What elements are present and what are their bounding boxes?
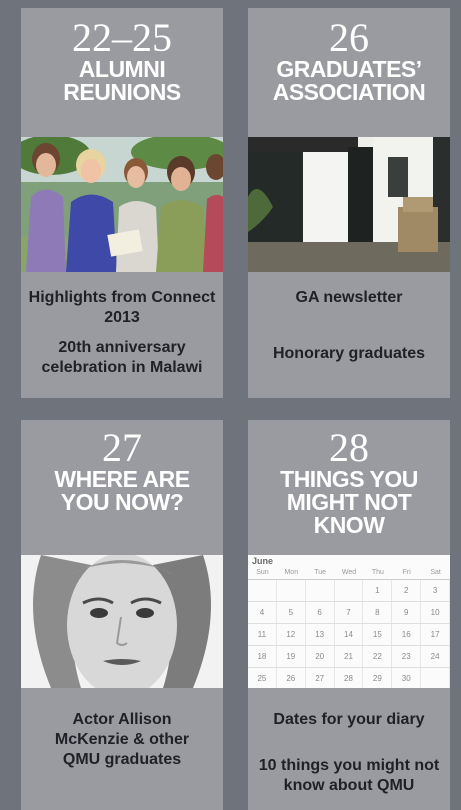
calendar-day: 2 — [392, 580, 422, 601]
calendar-day: 8 — [363, 602, 393, 623]
calendar-day: 22 — [363, 646, 393, 667]
card-links: Actor Allison McKenzie & other QMU gradu… — [21, 710, 223, 770]
reunion-photo-image — [21, 137, 223, 272]
section-title-line: ALUMNI — [78, 56, 166, 82]
calendar-month: June — [252, 556, 274, 566]
card-graduates-association: 26 GRADUATES’ ASSOCIATION GA newsletter … — [248, 8, 450, 398]
calendar-day: 4 — [248, 602, 277, 623]
calendar-day: 12 — [277, 624, 306, 645]
calendar-day: 1 — [363, 580, 393, 601]
calendar-weekday: Wed — [341, 569, 357, 576]
calendar-week-row: 11 12 13 14 15 16 17 — [248, 624, 450, 646]
link-anniversary-malawi[interactable]: 20th anniversary celebration in Malawi — [21, 338, 223, 378]
link-ga-newsletter[interactable]: GA newsletter — [248, 288, 450, 308]
section-title-line: THINGS YOU — [280, 466, 418, 492]
page-number: 27 — [102, 425, 142, 470]
section-title-line: YOU NOW? — [60, 489, 184, 515]
card-header: 27 WHERE ARE YOU NOW? — [21, 428, 223, 514]
calendar-weekdays: Sun Mon Tue Wed Thu Fri Sat — [248, 567, 450, 580]
card-header: 22–25 ALUMNI REUNIONS — [21, 18, 223, 104]
cottage-photo — [248, 137, 450, 272]
calendar-day: 17 — [421, 624, 450, 645]
calendar-day: 15 — [363, 624, 393, 645]
calendar-day: 21 — [335, 646, 364, 667]
calendar-day: 26 — [277, 668, 306, 688]
page-number: 22–25 — [72, 15, 172, 60]
calendar-day: 19 — [277, 646, 306, 667]
calendar-week-row: 4 5 6 7 8 9 10 — [248, 602, 450, 624]
section-title-line: GRADUATES’ — [276, 56, 422, 82]
calendar-day: 14 — [335, 624, 364, 645]
calendar-day: 5 — [277, 602, 306, 623]
calendar-day — [248, 580, 277, 601]
section-title-line: REUNIONS — [63, 79, 181, 105]
calendar-day: 20 — [306, 646, 335, 667]
section-title-line: KNOW — [313, 512, 385, 538]
calendar-day: 27 — [306, 668, 335, 688]
calendar-day: 10 — [421, 602, 450, 623]
calendar-weekday: Fri — [402, 569, 411, 576]
calendar-day: 7 — [335, 602, 364, 623]
calendar-grid: 1 2 3 4 5 6 7 8 9 10 11 12 13 14 15 16 17 18 19 20 21 22 23 24 2… — [248, 580, 450, 688]
link-dates-for-your-diary[interactable]: Dates for your diary — [248, 710, 450, 730]
calendar-day — [306, 580, 335, 601]
calendar-weekday: Tue — [314, 569, 327, 576]
actor-portrait-image — [21, 555, 223, 688]
calendar-image: June Sun Mon Tue Wed Thu Fri Sat 1 2 3 4 5 6 7 8 9 10 11… — [248, 555, 450, 688]
calendar-day: 23 — [392, 646, 422, 667]
calendar-weekday: Sun — [256, 569, 269, 576]
calendar-day: 11 — [248, 624, 277, 645]
calendar-day: 6 — [306, 602, 335, 623]
card-links: Dates for your diary 10 things you might… — [248, 710, 450, 796]
calendar-week-row: 25 26 27 28 29 30 — [248, 668, 450, 688]
calendar-day: 3 — [421, 580, 450, 601]
calendar-weekday: Thu — [371, 569, 384, 576]
calendar-day: 29 — [363, 668, 393, 688]
calendar-week-row: 123 — [248, 580, 450, 602]
link-honorary-graduates[interactable]: Honorary graduates — [248, 344, 450, 364]
link-actor-allison-mckenzie[interactable]: Actor Allison McKenzie & other QMU gradu… — [21, 710, 223, 770]
actor-portrait-photo — [21, 555, 223, 688]
calendar-day: 30 — [392, 668, 422, 688]
calendar-day — [421, 668, 450, 688]
page-number: 28 — [329, 425, 369, 470]
link-highlights-connect-2013[interactable]: Highlights from Connect 2013 — [21, 288, 223, 328]
page-number: 26 — [329, 15, 369, 60]
reunion-photo — [21, 137, 223, 272]
calendar-day: 16 — [392, 624, 422, 645]
card-header: 26 GRADUATES’ ASSOCIATION — [248, 18, 450, 104]
cottage-photo-image — [248, 137, 450, 272]
calendar-weekday: Sat — [430, 569, 441, 576]
card-header: 28 THINGS YOU MIGHT NOT KNOW — [248, 428, 450, 537]
section-title-line: WHERE ARE — [54, 466, 190, 492]
calendar-day: 9 — [392, 602, 422, 623]
calendar-day — [277, 580, 306, 601]
calendar-week-row: 18 19 20 21 22 23 24 — [248, 646, 450, 668]
calendar-day: 13 — [306, 624, 335, 645]
card-links: GA newsletter Honorary graduates — [248, 288, 450, 364]
card-links: Highlights from Connect 2013 20th annive… — [21, 288, 223, 378]
section-title-line: ASSOCIATION — [272, 79, 426, 105]
link-10-things-qmu[interactable]: 10 things you might not know about QMU — [248, 756, 450, 796]
calendar-weekday: Mon — [284, 569, 299, 576]
card-where-are-you-now: 27 WHERE ARE YOU NOW? Actor Allison McKe… — [21, 420, 223, 810]
card-things-you-might-not-know: 28 THINGS YOU MIGHT NOT KNOW June Sun Mon… — [248, 420, 450, 810]
card-alumni-reunions: 22–25 ALUMNI REUNIONS Highlights from Co… — [21, 8, 223, 398]
calendar-day: 28 — [335, 668, 364, 688]
calendar-day: 24 — [421, 646, 450, 667]
section-title-line: MIGHT NOT — [286, 489, 412, 515]
calendar-day — [335, 580, 364, 601]
calendar-day: 25 — [248, 668, 277, 688]
calendar-day: 18 — [248, 646, 277, 667]
